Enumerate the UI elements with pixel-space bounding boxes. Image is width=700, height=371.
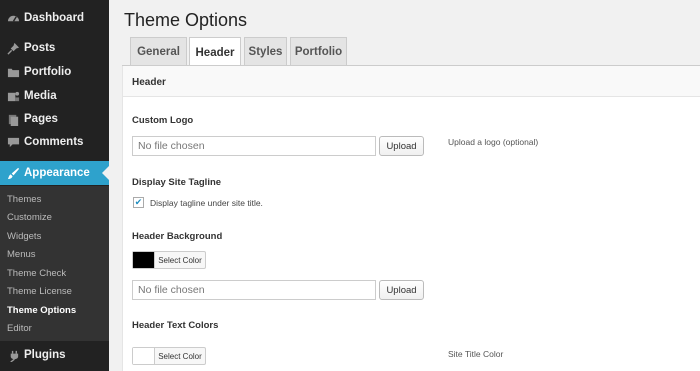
sidebar-item-pages[interactable]: Pages	[0, 107, 109, 131]
header-text-colors-label: Header Text Colors	[132, 320, 219, 331]
tagline-label: Display Site Tagline	[132, 177, 222, 188]
submenu-customize[interactable]: Customize	[7, 212, 52, 223]
appearance-submenu: Themes Customize Widgets Menus Theme Che…	[0, 186, 109, 341]
admin-sidebar: Dashboard Posts Portfolio Media Pages Co…	[0, 0, 109, 371]
active-menu-arrow	[102, 166, 109, 180]
color-swatch	[133, 348, 155, 364]
submenu-theme-check[interactable]: Theme Check	[7, 268, 66, 279]
sidebar-item-posts[interactable]: Posts	[0, 36, 109, 60]
tab-general[interactable]: General	[130, 37, 187, 66]
custom-logo-file-field[interactable]: No file chosen	[132, 136, 376, 156]
color-swatch	[133, 252, 155, 268]
custom-logo-description: Upload a logo (optional)	[448, 137, 539, 147]
options-panel: Header Custom Logo No file chosen Upload…	[122, 66, 700, 371]
sidebar-item-media[interactable]: Media	[0, 84, 109, 108]
brush-icon	[6, 166, 20, 180]
sidebar-item-comments[interactable]: Comments	[0, 130, 109, 154]
comment-icon	[6, 135, 20, 149]
submenu-theme-options[interactable]: Theme Options	[7, 305, 76, 316]
submenu-widgets[interactable]: Widgets	[7, 231, 41, 242]
panel-header: Header	[123, 66, 700, 97]
submenu-editor[interactable]: Editor	[7, 323, 32, 334]
panel-title: Header	[132, 77, 166, 88]
checkmark-icon: ✔	[134, 197, 143, 207]
sidebar-item-dashboard[interactable]: Dashboard	[0, 6, 109, 30]
main-content: Theme Options General Header Styles Port…	[109, 0, 700, 371]
header-background-color-picker[interactable]: Select Color	[132, 251, 206, 269]
media-icon	[6, 89, 20, 103]
custom-logo-upload-button[interactable]: Upload	[379, 136, 424, 156]
submenu-theme-license[interactable]: Theme License	[7, 286, 72, 297]
sidebar-item-portfolio[interactable]: Portfolio	[0, 60, 109, 84]
page-title: Theme Options	[124, 10, 248, 30]
pin-icon	[6, 41, 20, 55]
site-title-color-description: Site Title Color	[448, 349, 504, 359]
submenu-themes[interactable]: Themes	[7, 194, 41, 205]
tab-header[interactable]: Header	[189, 37, 241, 67]
sidebar-item-appearance[interactable]: Appearance	[0, 161, 109, 185]
sidebar-item-plugins[interactable]: Plugins	[0, 343, 109, 367]
header-background-file-field[interactable]: No file chosen	[132, 280, 376, 300]
select-color-label: Select Color	[158, 255, 202, 265]
tab-portfolio[interactable]: Portfolio	[290, 37, 347, 66]
tagline-checkbox[interactable]: ✔	[133, 197, 144, 208]
tab-styles[interactable]: Styles	[244, 37, 287, 66]
tagline-checkbox-label: Display tagline under site title.	[150, 198, 263, 208]
header-background-upload-button[interactable]: Upload	[379, 280, 424, 300]
header-text-color-picker[interactable]: Select Color	[132, 347, 206, 365]
plug-icon	[6, 348, 20, 362]
submenu-menus[interactable]: Menus	[7, 249, 36, 260]
custom-logo-label: Custom Logo	[132, 115, 194, 126]
pages-icon	[6, 112, 20, 126]
folder-icon	[6, 65, 20, 79]
dashboard-icon	[6, 11, 20, 25]
select-color-label: Select Color	[158, 351, 202, 361]
header-background-label: Header Background	[132, 231, 223, 242]
